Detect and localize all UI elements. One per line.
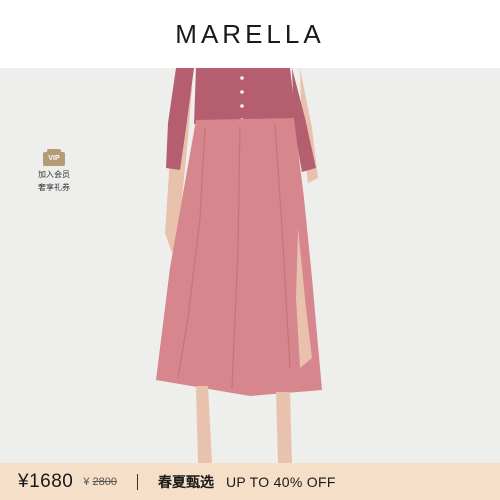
original-price-value: 2800 [92,475,117,488]
header-bar: MARELLA [0,0,500,68]
vip-line-coupon: 奢享礼券 [38,183,70,192]
brand-logo[interactable]: MARELLA [175,19,324,50]
promo-discount: UP TO 40% OFF [225,473,336,490]
promo-title: 春夏甄选 [157,474,214,491]
model-in-pink-skirt-photo [156,68,322,463]
leg-right [276,392,292,463]
vip-line-join: 加入会员 [38,170,70,179]
price-banner: ¥1680 ¥2800 春夏甄选 UP TO 40% OFF [0,463,500,500]
leg-left [196,386,212,463]
vip-crown-icon: VIP [43,149,65,166]
cardigan [194,68,296,124]
original-price-currency: ¥ [83,475,90,488]
original-price: ¥2800 [83,476,117,488]
product-photo: VIP 加入会员 奢享礼券 [0,68,500,463]
left-sleeve [166,68,194,170]
current-price: ¥1680 [18,470,74,492]
vip-promo[interactable]: VIP 加入会员 奢享礼券 [28,149,80,193]
divider [136,473,138,490]
